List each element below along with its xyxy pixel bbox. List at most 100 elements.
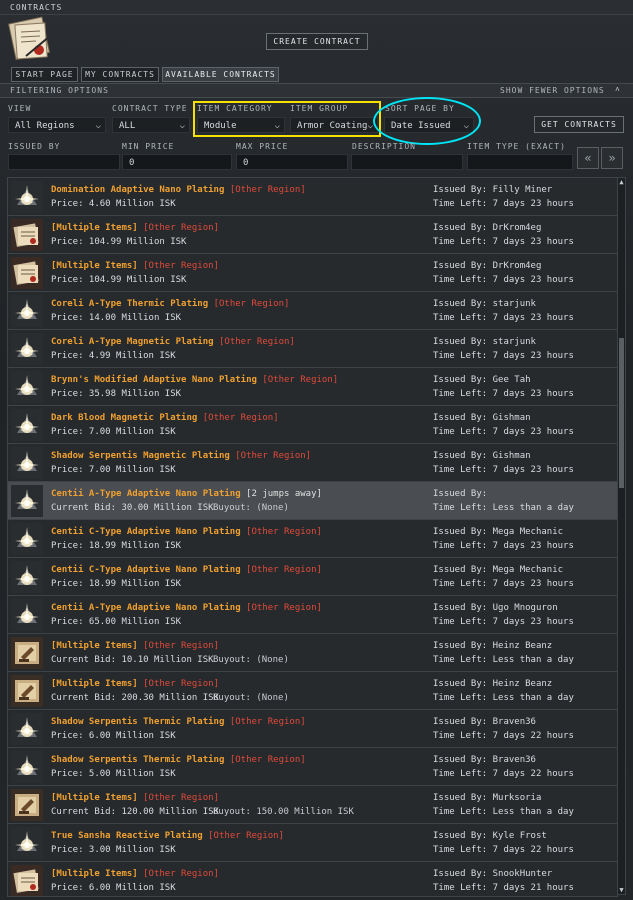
list-scrollbar[interactable]: ▲ ▼ — [617, 177, 626, 895]
plating-module-icon — [11, 599, 43, 631]
contract-row[interactable]: [Multiple Items] [Other Region] Price: 1… — [8, 216, 617, 254]
contract-price: Price: 7.00 Million ISK — [51, 427, 176, 437]
contract-price: Current Bid: 200.30 Million ISK — [51, 693, 219, 703]
contract-buyout: Buyout: (None) — [213, 503, 289, 513]
item-name-text: Brynn's Modified Adaptive Nano Plating — [51, 375, 257, 385]
contract-row[interactable]: Domination Adaptive Nano Plating [Other … — [8, 178, 617, 216]
contract-issuer: Issued By: starjunk — [433, 299, 536, 309]
contract-row[interactable]: Shadow Serpentis Thermic Plating [Other … — [8, 710, 617, 748]
contract-row[interactable]: Centii A-Type Adaptive Nano Plating [Oth… — [8, 596, 617, 634]
contract-time-left: Time Left: 7 days 23 hours — [433, 541, 574, 551]
contract-price: Price: 5.00 Million ISK — [51, 769, 176, 779]
contract-item-name: Centii A-Type Adaptive Nano Plating [2 j… — [51, 489, 322, 499]
item-name-text: Centii C-Type Adaptive Nano Plating — [51, 527, 241, 537]
contract-row[interactable]: Dark Blood Magnetic Plating [Other Regio… — [8, 406, 617, 444]
contract-price: Price: 18.99 Million ISK — [51, 579, 182, 589]
contract-row[interactable]: Shadow Serpentis Magnetic Plating [Other… — [8, 444, 617, 482]
max-price-input[interactable]: 0 — [236, 154, 348, 170]
tab-available-contracts[interactable]: AVAILABLE CONTRACTS — [162, 67, 279, 82]
chevron-down-icon: ⌵ — [95, 121, 101, 131]
contract-buyout: Buyout: (None) — [213, 655, 289, 665]
contract-item-name: Coreli A-Type Thermic Plating [Other Reg… — [51, 299, 289, 309]
contract-issuer: Issued By: DrKrom4eg — [433, 261, 542, 271]
next-page-icon[interactable]: » — [601, 147, 623, 169]
contract-row[interactable]: [Multiple Items] [Other Region] Price: 6… — [8, 862, 617, 896]
item-name-text: Shadow Serpentis Thermic Plating — [51, 717, 225, 727]
contract-row[interactable]: [Multiple Items] [Other Region] Current … — [8, 672, 617, 710]
multiple-items-icon — [11, 257, 43, 289]
contract-row[interactable]: Coreli A-Type Magnetic Plating [Other Re… — [8, 330, 617, 368]
tab-my-contracts[interactable]: MY CONTRACTS — [81, 67, 159, 82]
scroll-up-icon[interactable]: ▲ — [618, 178, 625, 186]
contract-list: Domination Adaptive Nano Plating [Other … — [7, 177, 618, 897]
contract-time-left: Time Left: Less than a day — [433, 807, 574, 817]
scroll-thumb[interactable] — [619, 338, 624, 488]
contract-issuer: Issued By: SnookHunter — [433, 869, 553, 879]
description-input[interactable] — [351, 154, 463, 170]
contract-item-name: Brynn's Modified Adaptive Nano Plating [… — [51, 375, 338, 385]
region-tag: [Other Region] — [246, 603, 322, 613]
item-name-text: True Sansha Reactive Plating — [51, 831, 203, 841]
region-tag: [Other Region] — [143, 679, 219, 689]
item-name-text: Coreli A-Type Thermic Plating — [51, 299, 209, 309]
contract-row[interactable]: Brynn's Modified Adaptive Nano Plating [… — [8, 368, 617, 406]
contract-item-name: Shadow Serpentis Thermic Plating [Other … — [51, 755, 306, 765]
item-type-input[interactable] — [467, 154, 573, 170]
item-name-text: [Multiple Items] — [51, 261, 138, 271]
contract-row[interactable]: [Multiple Items] [Other Region] Price: 1… — [8, 254, 617, 292]
issued-by-input[interactable] — [8, 154, 120, 170]
show-fewer-options-toggle[interactable]: SHOW FEWER OPTIONS — [500, 86, 605, 95]
item-name-text: Shadow Serpentis Thermic Plating — [51, 755, 225, 765]
contract-price: Price: 18.99 Million ISK — [51, 541, 182, 551]
contract-issuer: Issued By: DrKrom4eg — [433, 223, 542, 233]
contract-row[interactable]: Coreli A-Type Thermic Plating [Other Reg… — [8, 292, 617, 330]
contract-item-name: Centii C-Type Adaptive Nano Plating [Oth… — [51, 565, 322, 575]
create-contract-button[interactable]: CREATE CONTRACT — [266, 33, 368, 50]
contract-row[interactable]: [Multiple Items] [Other Region] Current … — [8, 786, 617, 824]
region-tag: [Other Region] — [213, 299, 290, 309]
contract-row[interactable]: Centii C-Type Adaptive Nano Plating [Oth… — [8, 520, 617, 558]
contract-price: Price: 104.99 Million ISK — [51, 237, 187, 247]
contract-time-left: Time Left: 7 days 23 hours — [433, 617, 574, 627]
plating-module-icon — [11, 295, 43, 327]
contract-price: Price: 7.00 Million ISK — [51, 465, 176, 475]
contract-time-left: Time Left: 7 days 23 hours — [433, 199, 574, 209]
plating-module-icon — [11, 333, 43, 365]
window-titlebar[interactable]: CONTRACTS — [0, 0, 633, 15]
contract-time-left: Time Left: 7 days 22 hours — [433, 731, 574, 741]
min-price-input[interactable]: 0 — [122, 154, 232, 170]
contract-issuer: Issued By: Braven36 — [433, 717, 536, 727]
contract-row[interactable]: Shadow Serpentis Thermic Plating [Other … — [8, 748, 617, 786]
double-chevron-up-icon[interactable]: ˄ — [615, 85, 621, 95]
view-label: VIEW — [8, 104, 32, 113]
max-price-label: MAX PRICE — [236, 142, 289, 151]
view-select[interactable]: All Regions ⌵ — [8, 117, 106, 133]
contract-issuer: Issued By: Filly Miner — [433, 185, 553, 195]
contract-row[interactable]: Centii A-Type Adaptive Nano Plating [2 j… — [8, 482, 617, 520]
filtering-options-title: FILTERING OPTIONS — [10, 86, 109, 95]
contract-time-left: Time Left: 7 days 22 hours — [433, 769, 574, 779]
item-name-text: Dark Blood Magnetic Plating — [51, 413, 198, 423]
plating-module-icon — [11, 447, 43, 479]
plating-module-icon — [11, 409, 43, 441]
contract-row[interactable]: True Sansha Reactive Plating [Other Regi… — [8, 824, 617, 862]
plating-module-icon — [11, 713, 43, 745]
auction-items-icon — [11, 789, 43, 821]
contract-item-name: [Multiple Items] [Other Region] — [51, 793, 219, 803]
tab-start-page[interactable]: START PAGE — [11, 67, 78, 82]
contract-price: Price: 4.99 Million ISK — [51, 351, 176, 361]
get-contracts-button[interactable]: GET CONTRACTS — [534, 116, 624, 133]
contract-item-name: Centii A-Type Adaptive Nano Plating [Oth… — [51, 603, 322, 613]
region-tag: [Other Region] — [229, 755, 306, 765]
contract-issuer: Issued By: Kyle Frost — [433, 831, 547, 841]
contract-row[interactable]: Centii C-Type Adaptive Nano Plating [Oth… — [8, 558, 617, 596]
contract-row[interactable]: [Multiple Items] [Other Region] Current … — [8, 634, 617, 672]
contract-time-left: Time Left: Less than a day — [433, 693, 574, 703]
contract-price: Price: 4.60 Million ISK — [51, 199, 176, 209]
window-title: CONTRACTS — [10, 3, 63, 12]
contract-type-select[interactable]: ALL ⌵ — [112, 117, 190, 133]
prev-page-icon[interactable]: « — [577, 147, 599, 169]
contract-price: Price: 6.00 Million ISK — [51, 883, 176, 893]
scroll-down-icon[interactable]: ▼ — [618, 886, 625, 894]
contract-issuer: Issued By: starjunk — [433, 337, 536, 347]
